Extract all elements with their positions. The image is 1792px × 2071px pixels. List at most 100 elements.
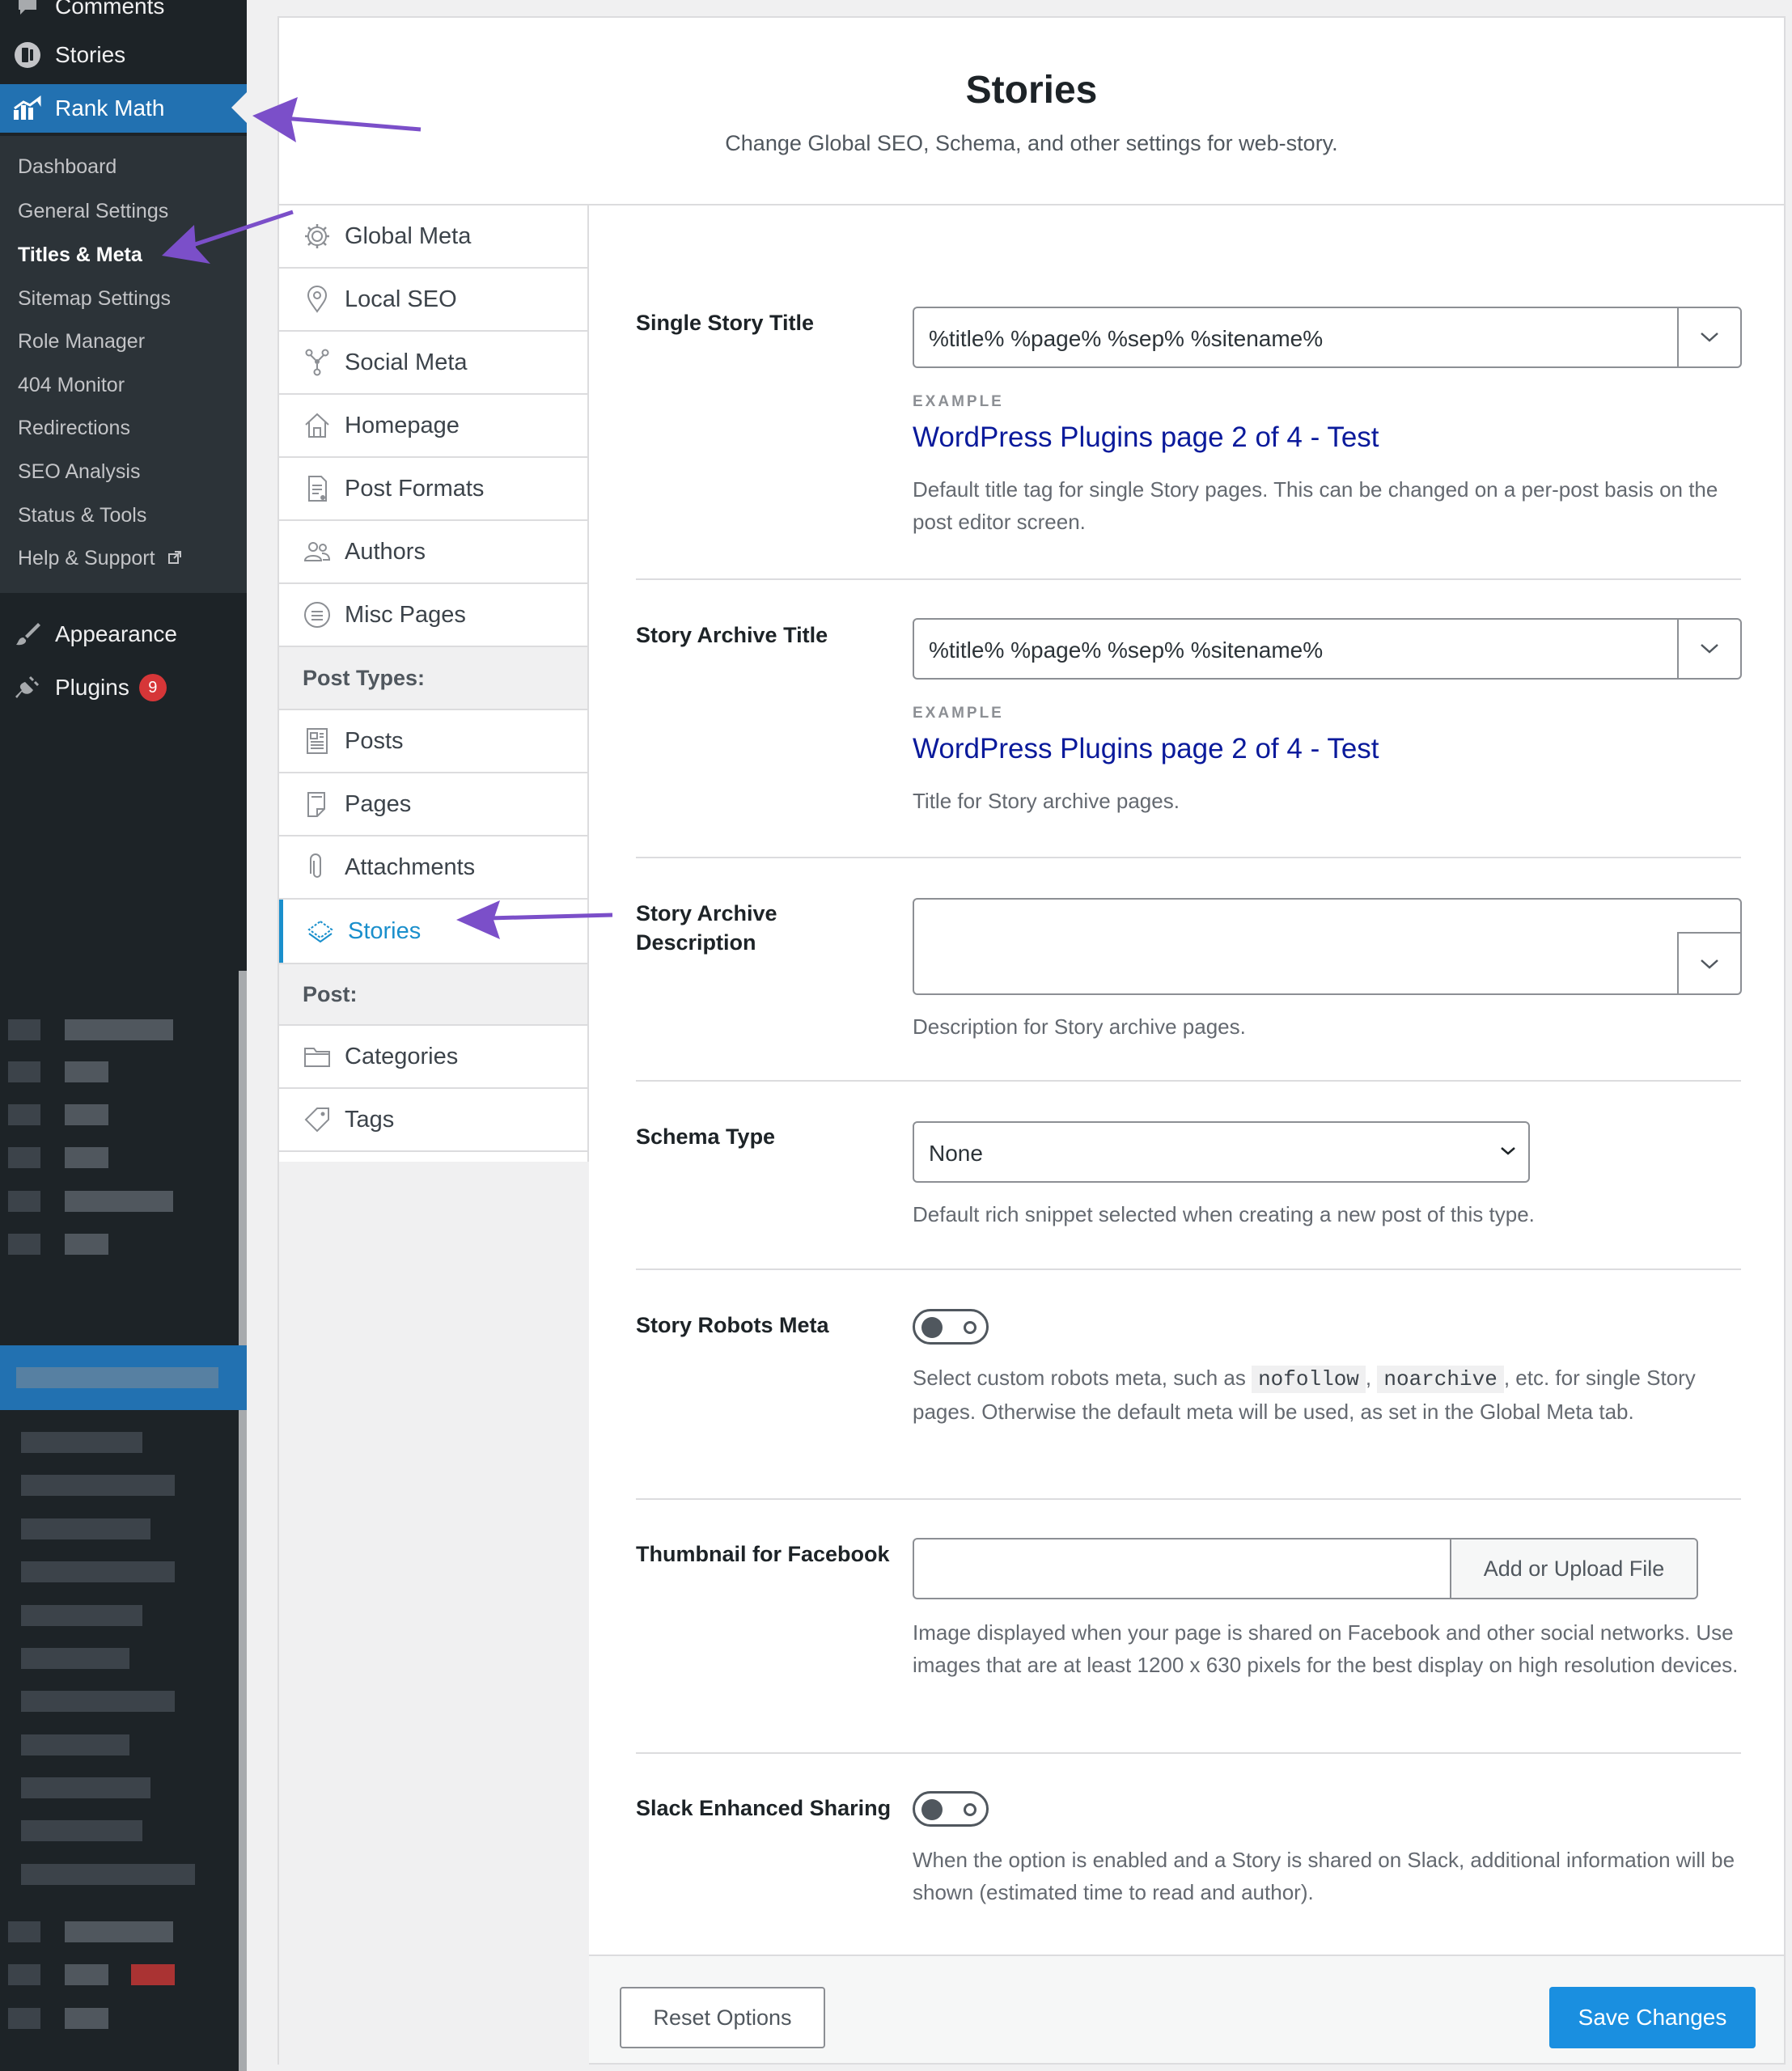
schema-type-value: None [929, 1141, 983, 1166]
settings-content: Single Story Title %title% %page% %sep% … [589, 205, 1784, 2063]
menu-comments-label: Comments [55, 0, 165, 19]
panel-header: Stories Change Global SEO, Schema, and o… [279, 18, 1784, 205]
submenu-dashboard[interactable]: Dashboard [18, 155, 117, 179]
row-separator [636, 857, 1741, 858]
reset-options-button[interactable]: Reset Options [620, 1987, 825, 2048]
tab-attachments[interactable]: Attachments [279, 836, 587, 900]
chevron-down-icon [1701, 959, 1718, 969]
tab-label: Local SEO [345, 286, 457, 312]
tab-label: Post Formats [345, 475, 485, 502]
tab-label: Tags [345, 1106, 395, 1133]
settings-footer: Reset Options Save Changes [589, 1955, 1784, 2063]
robots-help-comma: , [1365, 1366, 1372, 1390]
menu-stories[interactable]: Stories [0, 31, 247, 79]
submenu-redirections[interactable]: Redirections [18, 417, 130, 440]
single-title-example: WordPress Plugins page 2 of 4 - Test [913, 421, 1379, 453]
tab-label: Pages [345, 790, 412, 817]
code-nofollow: nofollow [1252, 1366, 1366, 1393]
gear-icon [301, 220, 333, 252]
variables-dropdown-button[interactable] [1677, 932, 1740, 995]
submenu-sitemap-settings[interactable]: Sitemap Settings [18, 287, 171, 311]
submenu-seo-analysis[interactable]: SEO Analysis [18, 460, 140, 484]
schema-type-help: Default rich snippet selected when creat… [913, 1202, 1535, 1226]
chevron-down-icon [1701, 644, 1718, 654]
example-label: EXAMPLE [913, 705, 1004, 722]
tab-label: Homepage [345, 412, 460, 438]
menu-appearance[interactable]: Appearance [0, 610, 247, 659]
chevron-down-icon [1499, 1146, 1517, 1161]
posts-icon [301, 725, 333, 757]
rank-math-submenu: Dashboard General Settings Titles & Meta… [0, 136, 247, 593]
story-archive-description-label: Story Archive Description [636, 901, 777, 955]
folder-icon [301, 1040, 333, 1073]
submenu-help-support[interactable]: Help & Support [18, 547, 182, 570]
submenu-titles-meta[interactable]: Titles & Meta [18, 244, 142, 267]
tab-stories[interactable]: Stories [279, 900, 587, 963]
admin-sidebar: Comments Stories Rank Math Dashboard Gen… [0, 0, 247, 2071]
pixelated-menu-region [0, 971, 247, 2071]
tab-authors[interactable]: Authors [279, 521, 587, 584]
tab-posts[interactable]: Posts [279, 710, 587, 773]
tab-label: Global Meta [345, 222, 472, 249]
row-separator [636, 578, 1741, 580]
page-title: Stories [965, 69, 1098, 112]
submenu-general-settings[interactable]: General Settings [18, 200, 168, 223]
menu-plugins-label: Plugins [55, 675, 129, 700]
variables-dropdown-button[interactable] [1677, 308, 1740, 366]
row-separator [636, 1268, 1741, 1270]
slack-sharing-help: When the option is enabled and a Story i… [913, 1848, 1735, 1904]
tab-global-meta[interactable]: Global Meta [279, 205, 587, 269]
plug-icon [11, 671, 44, 704]
variables-dropdown-button[interactable] [1677, 620, 1740, 678]
tag-icon [301, 1103, 333, 1136]
pages-icon [301, 788, 333, 820]
save-changes-button[interactable]: Save Changes [1549, 1987, 1756, 2048]
menu-plugins[interactable]: Plugins 9 [0, 663, 247, 712]
row-separator [636, 1498, 1741, 1500]
row-separator [636, 1752, 1741, 1754]
archive-description-help: Description for Story archive pages. [913, 1014, 1246, 1039]
story-robots-meta-toggle[interactable] [913, 1309, 989, 1345]
share-nodes-icon [301, 346, 333, 379]
tab-homepage[interactable]: Homepage [279, 395, 587, 458]
story-archive-title-field[interactable]: %title% %page% %sep% %sitename% [913, 618, 1742, 680]
slack-sharing-label: Slack Enhanced Sharing [636, 1796, 892, 1820]
submenu-status-tools[interactable]: Status & Tools [18, 504, 146, 527]
toggle-off-indicator [964, 1803, 976, 1816]
users-icon [301, 536, 333, 568]
tab-local-seo[interactable]: Local SEO [279, 269, 587, 332]
tab-label: Authors [345, 538, 426, 565]
paperclip-icon [301, 851, 333, 883]
list-circle-icon [301, 599, 333, 631]
story-archive-title-label: Story Archive Title [636, 623, 828, 647]
menu-rank-math[interactable]: Rank Math [0, 84, 247, 133]
single-story-title-field[interactable]: %title% %page% %sep% %sitename% [913, 307, 1742, 368]
menu-comments[interactable]: Comments [0, 0, 247, 31]
row-separator [636, 1080, 1741, 1082]
story-robots-meta-label: Story Robots Meta [636, 1313, 829, 1337]
story-archive-description-field[interactable] [913, 898, 1742, 995]
submenu-role-manager[interactable]: Role Manager [18, 330, 145, 354]
schema-type-select[interactable]: None [913, 1121, 1530, 1183]
facebook-thumbnail-field[interactable]: Add or Upload File [913, 1538, 1698, 1599]
slack-sharing-toggle[interactable] [913, 1791, 989, 1827]
facebook-thumbnail-label: Thumbnail for Facebook [636, 1542, 890, 1566]
tab-social-meta[interactable]: Social Meta [279, 332, 587, 395]
page-description: Change Global SEO, Schema, and other set… [725, 131, 1338, 155]
tab-categories[interactable]: Categories [279, 1026, 587, 1089]
tab-pages[interactable]: Pages [279, 773, 587, 836]
add-upload-file-button[interactable]: Add or Upload File [1450, 1539, 1697, 1598]
submenu-404-monitor[interactable]: 404 Monitor [18, 374, 125, 397]
chevron-down-icon [1701, 332, 1718, 342]
settings-tabs: Global Meta Local SEO Social Meta Homepa… [279, 205, 589, 1162]
tab-tags[interactable]: Tags [279, 1089, 587, 1152]
robots-meta-help: Select custom robots meta, such as nofol… [913, 1362, 1746, 1428]
tab-misc-pages[interactable]: Misc Pages [279, 584, 587, 647]
single-title-help: Default title tag for single Story pages… [913, 477, 1718, 534]
single-story-title-label: Single Story Title [636, 311, 815, 335]
menu-stories-label: Stories [55, 42, 126, 67]
tab-post-formats[interactable]: Post Formats [279, 458, 587, 521]
settings-panel: Stories Change Global SEO, Schema, and o… [277, 16, 1786, 2066]
archive-title-help: Title for Story archive pages. [913, 789, 1180, 813]
comment-icon [11, 0, 44, 23]
